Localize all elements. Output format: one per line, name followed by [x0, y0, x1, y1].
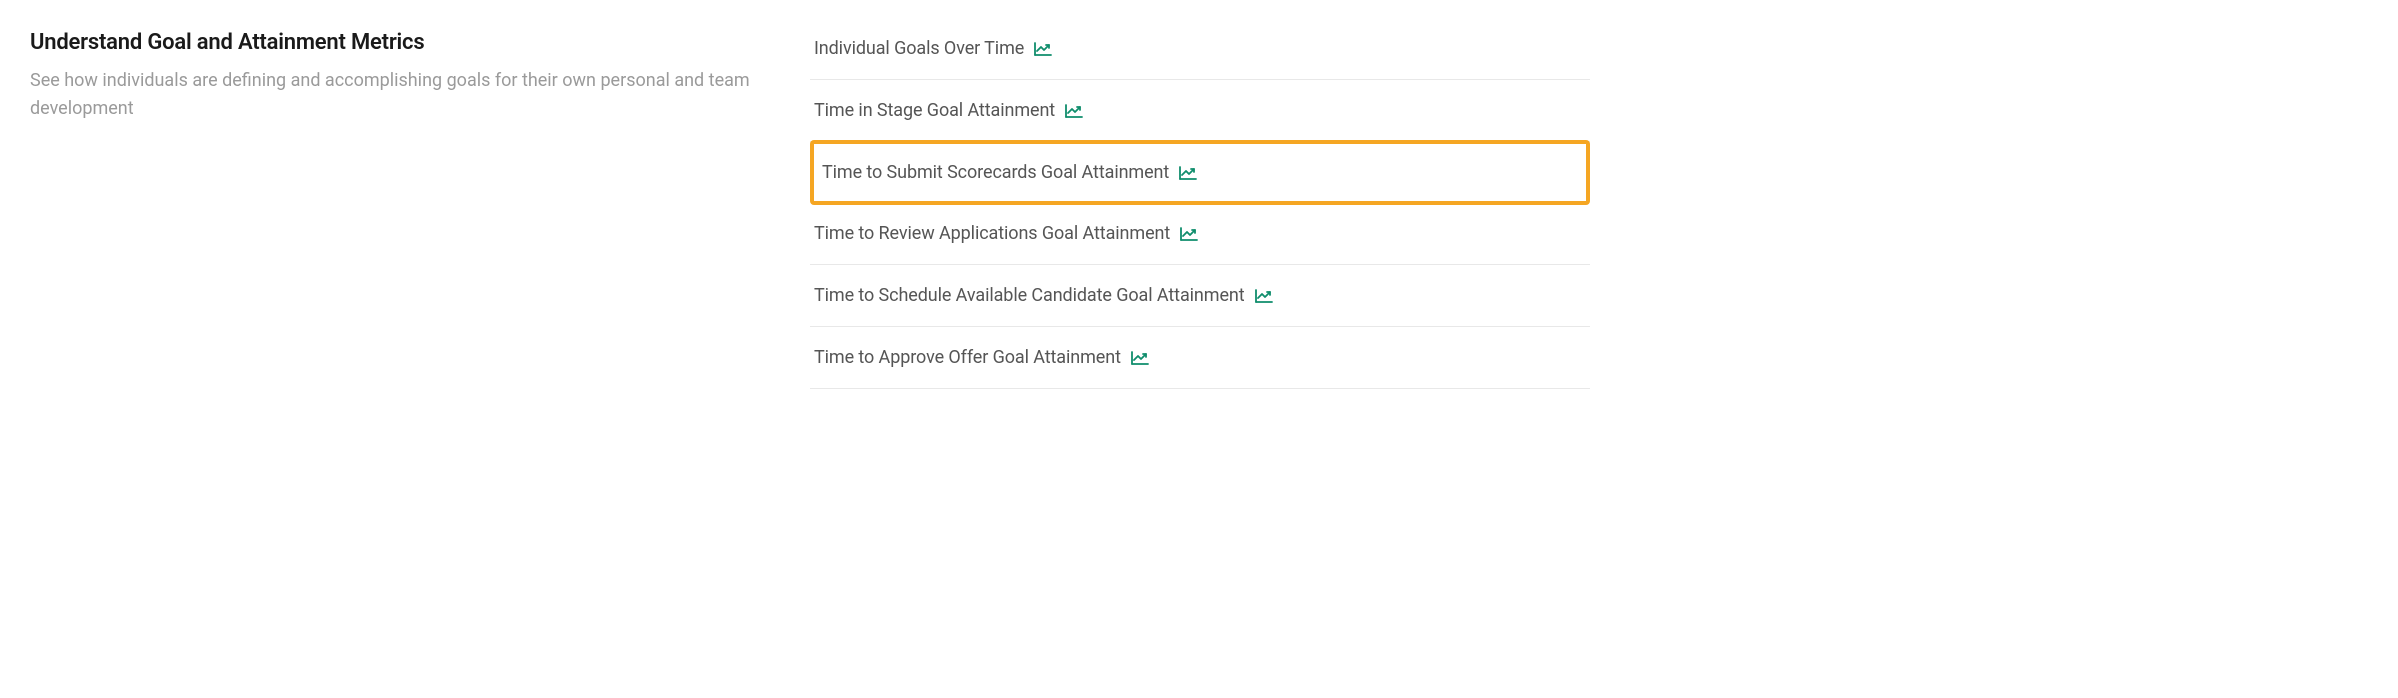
highlighted-report-box: Time to Submit Scorecards Goal Attainmen…	[810, 140, 1590, 205]
line-chart-icon	[1131, 351, 1149, 365]
report-individual-goals-over-time[interactable]: Individual Goals Over Time	[810, 30, 1590, 80]
report-list: Individual Goals Over Time Time in Stage…	[810, 30, 1590, 389]
report-time-to-approve-offer-goal-attainment[interactable]: Time to Approve Offer Goal Attainment	[810, 327, 1590, 389]
report-time-in-stage-goal-attainment[interactable]: Time in Stage Goal Attainment	[810, 80, 1590, 142]
line-chart-icon	[1065, 104, 1083, 118]
metrics-section: Understand Goal and Attainment Metrics S…	[30, 30, 1590, 389]
line-chart-icon	[1034, 42, 1052, 56]
section-description: See how individuals are defining and acc…	[30, 67, 750, 123]
report-time-to-schedule-available-candidate-goal-attainment[interactable]: Time to Schedule Available Candidate Goa…	[810, 265, 1590, 327]
report-time-to-submit-scorecards-goal-attainment[interactable]: Time to Submit Scorecards Goal Attainmen…	[814, 144, 1586, 201]
line-chart-icon	[1255, 289, 1273, 303]
section-header: Understand Goal and Attainment Metrics S…	[30, 30, 750, 389]
report-label: Time to Schedule Available Candidate Goa…	[814, 285, 1245, 306]
section-title: Understand Goal and Attainment Metrics	[30, 30, 750, 55]
report-label: Individual Goals Over Time	[814, 38, 1024, 59]
report-label: Time to Submit Scorecards Goal Attainmen…	[822, 162, 1169, 183]
report-time-to-review-applications-goal-attainment[interactable]: Time to Review Applications Goal Attainm…	[810, 203, 1590, 265]
line-chart-icon	[1180, 227, 1198, 241]
report-label: Time to Approve Offer Goal Attainment	[814, 347, 1121, 368]
report-label: Time in Stage Goal Attainment	[814, 100, 1055, 121]
line-chart-icon	[1179, 166, 1197, 180]
report-label: Time to Review Applications Goal Attainm…	[814, 223, 1170, 244]
